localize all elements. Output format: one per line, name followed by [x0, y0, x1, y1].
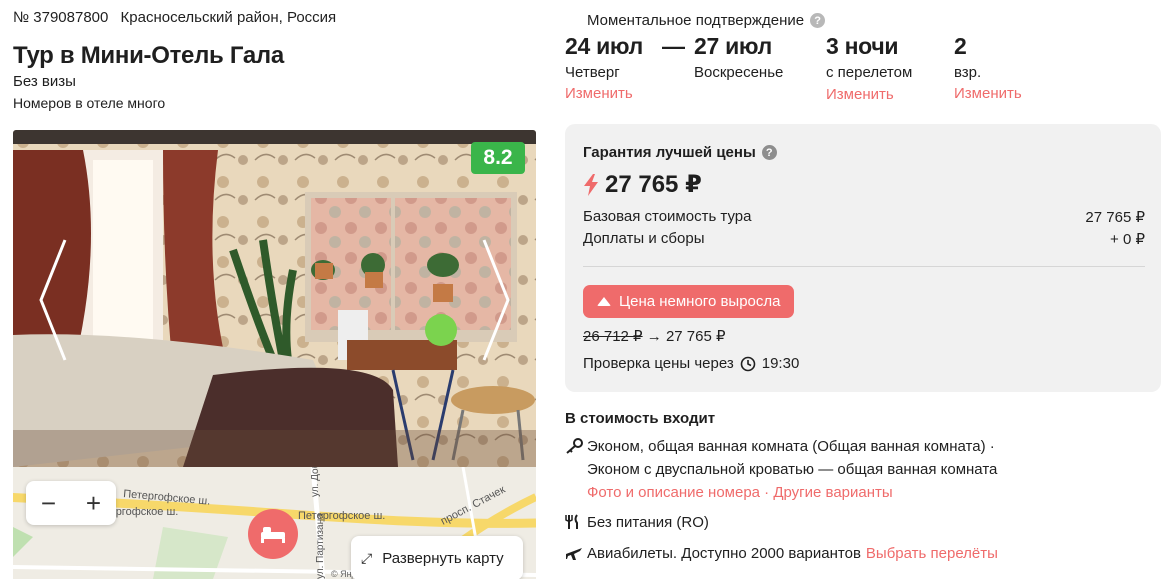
instant-confirmation: Моментальное подтверждение ? — [587, 12, 826, 29]
expand-arrows-icon: ⤢ — [361, 549, 373, 566]
nights-note: с перелетом — [826, 64, 913, 81]
included-meals: Без питания (RO) — [565, 514, 709, 531]
old-price: 26 712 ₽ — [583, 328, 643, 345]
chevron-left-icon — [39, 239, 67, 361]
best-price-guarantee: Гарантия лучшей цены ? — [583, 144, 777, 161]
extra-fees-row: Доплаты и сборы + 0 ₽ — [583, 230, 1145, 248]
date-from: 24 июл — [565, 33, 643, 59]
included-title: В стоимость входит — [565, 410, 716, 427]
key-icon — [565, 438, 587, 454]
total-price-value: 27 765 ₽ — [605, 171, 702, 198]
instant-confirmation-label: Моментальное подтверждение — [587, 12, 805, 29]
zoom-in-button[interactable]: + — [74, 483, 114, 523]
included-flights: Авиабилеты. Доступно 2000 вариантов Выбр… — [565, 545, 998, 562]
gallery-next-button[interactable] — [476, 230, 516, 370]
room-line-2: Эконом с двуспальной кроватью — общая ва… — [587, 461, 998, 478]
rating-badge: 8.2 — [471, 142, 525, 174]
nights-count: 3 ночи — [826, 33, 899, 59]
price-increase-label: Цена немного выросла — [619, 293, 781, 310]
price-arrow: → — [646, 328, 662, 345]
new-price: 27 765 ₽ — [665, 328, 726, 345]
day-to: Воскресенье — [694, 64, 784, 81]
price-change: 26 712 ₽ → 27 765 ₽ — [583, 327, 726, 345]
fork-knife-icon — [565, 514, 587, 530]
base-cost-label: Базовая стоимость тура — [583, 208, 752, 225]
tour-meta: № 379087800 Красносельский район, Россия — [13, 9, 336, 26]
chevron-right-icon — [482, 239, 510, 361]
clock-icon — [740, 356, 756, 371]
help-icon[interactable]: ? — [810, 13, 826, 28]
flights-label: Авиабилеты. Доступно 2000 вариантов — [587, 545, 861, 562]
map-street-label: ул. Доблести — [309, 467, 321, 497]
lightning-icon — [584, 173, 598, 196]
triangle-up-icon — [597, 297, 611, 306]
change-guests-link[interactable]: Изменить — [954, 85, 1022, 102]
zoom-out-button[interactable]: − — [29, 483, 69, 523]
airplane-icon — [565, 545, 587, 561]
hotel-map[interactable]: Петергофское ш. Петергофское ш. Петергоф… — [13, 467, 536, 579]
total-price: 27 765 ₽ — [583, 170, 702, 199]
date-to: 27 июл — [694, 33, 772, 59]
hotel-photo-gallery[interactable]: 8.2 — [13, 130, 536, 467]
change-nights-link[interactable]: Изменить — [826, 86, 894, 103]
hotel-map-pin[interactable] — [248, 509, 298, 559]
other-options-link[interactable]: Другие варианты — [773, 484, 892, 501]
date-dash: — — [662, 33, 685, 59]
tour-number: № 379087800 — [13, 9, 109, 26]
gallery-prev-button[interactable] — [33, 230, 73, 370]
rooms-note: Номеров в отеле много — [13, 95, 166, 111]
room-line-1: Эконом, общая ванная комната (Общая ванн… — [587, 438, 995, 455]
link-separator: · — [764, 484, 770, 501]
included-room: Эконом, общая ванная комната (Общая ванн… — [565, 438, 997, 501]
guests-count: 2 — [954, 33, 967, 59]
base-cost-row: Базовая стоимость тура 27 765 ₽ — [583, 208, 1145, 226]
meals-label: Без питания (RO) — [587, 514, 709, 531]
base-cost-value: 27 765 ₽ — [1085, 209, 1145, 226]
help-icon[interactable]: ? — [761, 145, 777, 160]
hotel-room-photo — [13, 130, 536, 467]
expand-map-button[interactable]: ⤢ Развернуть карту — [351, 536, 523, 579]
bed-icon — [261, 527, 285, 543]
change-dates-link[interactable]: Изменить — [565, 85, 633, 102]
expand-map-label: Развернуть карту — [382, 549, 504, 567]
map-street-label: Петергофское ш. — [298, 510, 385, 522]
extra-fees-label: Доплаты и сборы — [583, 230, 705, 247]
room-photo-link[interactable]: Фото и описание номера — [587, 484, 760, 501]
map-street-label: ул. Партизана — [315, 513, 326, 579]
guests-note: взр. — [954, 64, 982, 81]
divider — [583, 266, 1145, 267]
price-check-timer: Проверка цены через 19:30 — [583, 355, 799, 372]
tour-location: Красносельский район, Россия — [120, 9, 337, 26]
page-title: Тур в Мини-Отель Гала — [13, 42, 284, 69]
visa-note: Без визы — [13, 73, 76, 90]
map-zoom-control: − + — [26, 481, 116, 525]
select-flights-link[interactable]: Выбрать перелёты — [866, 545, 998, 562]
price-check-label: Проверка цены через — [583, 355, 734, 372]
price-increase-badge: Цена немного выросла — [583, 285, 795, 318]
best-price-label: Гарантия лучшей цены — [583, 144, 756, 161]
price-box: Гарантия лучшей цены ? 27 765 ₽ Базовая … — [565, 124, 1161, 392]
extra-fees-value: + 0 ₽ — [1110, 231, 1145, 248]
day-from: Четверг — [565, 64, 620, 81]
price-check-time: 19:30 — [761, 355, 800, 372]
